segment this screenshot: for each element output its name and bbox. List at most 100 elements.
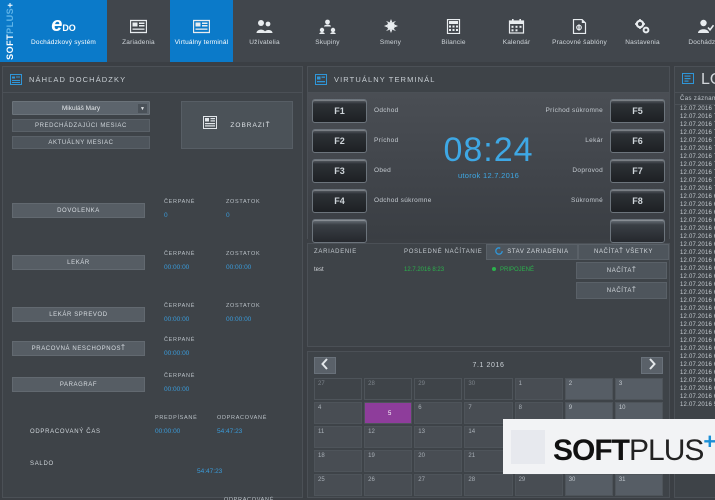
log-entry[interactable]: 12.07.2016 7:22: [675, 121, 715, 129]
log-entry[interactable]: 12.07.2016 6:12: [675, 353, 715, 361]
category-row: LEKÁRČERPANÉ00:00:00ZOSTATOK00:00:00: [12, 255, 295, 293]
calendar-day-cell[interactable]: 12: [364, 426, 412, 448]
log-list[interactable]: 12.07.2016 7:2412.07.2016 7:2412.07.2016…: [675, 105, 715, 409]
calendar-day-cell[interactable]: 20: [414, 450, 462, 472]
calendar-day-cell[interactable]: 13: [414, 426, 462, 448]
category-button-lek-r[interactable]: LEKÁR: [12, 255, 145, 270]
tab-bilancie[interactable]: Bilancie: [422, 0, 485, 62]
log-entry[interactable]: 12.07.2016 6:33: [675, 281, 715, 289]
current-month-button[interactable]: AKTUÁLNY MESIAC: [12, 136, 150, 149]
log-entry[interactable]: 12.07.2016 6:05: [675, 377, 715, 385]
calendar-next-button[interactable]: [641, 357, 663, 374]
calendar-day-cell[interactable]: 25: [314, 474, 362, 496]
log-entry[interactable]: 12.07.2016 6:00: [675, 393, 715, 401]
tab-skupiny[interactable]: Skupiny: [296, 0, 359, 62]
log-entry[interactable]: 12.07.2016 6:15: [675, 345, 715, 353]
calendar-day-cell[interactable]: 4: [314, 402, 362, 424]
category-button-lek-r-sprevod[interactable]: LEKÁR SPREVOD: [12, 307, 145, 322]
log-entry[interactable]: 12.07.2016 7:07: [675, 161, 715, 169]
log-entry[interactable]: 12.07.2016 6:02: [675, 385, 715, 393]
calendar-day-cell[interactable]: 27: [314, 378, 362, 400]
log-entry[interactable]: 12.07.2016 6:54: [675, 209, 715, 217]
log-entry[interactable]: 12.07.2016 7:02: [675, 185, 715, 193]
device-status-button[interactable]: STAV ZARIADENIA: [486, 244, 578, 260]
calendar-day-cell[interactable]: 2: [565, 378, 613, 400]
tab-kalend-r[interactable]: Kalendár: [485, 0, 548, 62]
log-entry[interactable]: 12.07.2016 7:24: [675, 113, 715, 121]
function-key-label-f4: Odchod súkromne: [374, 197, 432, 204]
calendar-day-cell[interactable]: 11: [314, 426, 362, 448]
function-key-blank-left[interactable]: [312, 219, 367, 243]
log-entry[interactable]: 12.07.2016 6:45: [675, 233, 715, 241]
tab-doch-dzkov-syst-m[interactable]: eDODochádzkový systém: [20, 0, 107, 62]
tab-virtu-lny-termin-l[interactable]: Virtuálny terminál: [170, 0, 233, 62]
category-button-paragraf[interactable]: PARAGRAF: [12, 377, 145, 392]
show-button[interactable]: ZOBRAZIŤ: [181, 101, 293, 149]
user-select-value: Mikuláš Mary: [62, 105, 100, 112]
calendar-day-cell[interactable]: 6: [414, 402, 462, 424]
calendar-day-cell[interactable]: 28: [464, 474, 512, 496]
calendar-day-cell[interactable]: 19: [364, 450, 412, 472]
function-key-f8[interactable]: F8: [610, 189, 665, 213]
previous-month-button[interactable]: PREDCHÁDZAJÚCI MESIAC: [12, 119, 150, 132]
calendar-day-cell[interactable]: 3: [615, 378, 663, 400]
log-entry[interactable]: 12.07.2016 6:18: [675, 337, 715, 345]
tab-smeny[interactable]: Smeny: [359, 0, 422, 62]
function-key-label-f1: Odchod: [374, 107, 399, 114]
log-entry[interactable]: 12.07.2016 5:58: [675, 401, 715, 409]
function-key-f1[interactable]: F1: [312, 99, 367, 123]
tab-doch-dzka[interactable]: Dochádzka: [674, 0, 715, 62]
function-key-blank-right[interactable]: [610, 219, 665, 243]
calendar-day-cell[interactable]: 29: [414, 378, 462, 400]
refresh-icon: [495, 247, 503, 257]
log-entry[interactable]: 12.07.2016 7:22: [675, 129, 715, 137]
log-entry[interactable]: 12.07.2016 6:31: [675, 289, 715, 297]
log-entry[interactable]: 12.07.2016 7:10: [675, 145, 715, 153]
log-entry[interactable]: 12.07.2016 6:47: [675, 225, 715, 233]
log-entry[interactable]: 12.07.2016 6:43: [675, 241, 715, 249]
log-entry[interactable]: 12.07.2016 6:48: [675, 217, 715, 225]
tab-zariadenia[interactable]: Zariadenia: [107, 0, 170, 62]
calendar-day-cell[interactable]: 5: [364, 402, 412, 424]
log-entry[interactable]: 12.07.2016 6:20: [675, 329, 715, 337]
tab-u-vatelia[interactable]: Užívatelia: [233, 0, 296, 62]
calendar-day-cell[interactable]: 27: [414, 474, 462, 496]
category-button-dovolenka[interactable]: DOVOLENKA: [12, 203, 145, 218]
calendar-day-cell[interactable]: 18: [314, 450, 362, 472]
log-entry[interactable]: 12.07.2016 7:05: [675, 169, 715, 177]
log-entry[interactable]: 12.07.2016 6:35: [675, 273, 715, 281]
read-button-1[interactable]: NAČÍTAŤ: [576, 262, 667, 279]
calendar-day-cell[interactable]: 1: [515, 378, 563, 400]
read-all-button[interactable]: NAČÍTAŤ VŠETKY: [578, 244, 669, 260]
function-key-f4[interactable]: F4: [312, 189, 367, 213]
function-key-f5[interactable]: F5: [610, 99, 665, 123]
log-entry[interactable]: 12.07.2016 6:25: [675, 313, 715, 321]
read-button-2[interactable]: NAČÍTAŤ: [576, 282, 667, 299]
calendar-prev-button[interactable]: [314, 357, 336, 374]
category-button-pracovn-neschopnos[interactable]: PRACOVNÁ NESCHOPNOSŤ: [12, 341, 145, 356]
log-entry[interactable]: 12.07.2016 6:40: [675, 257, 715, 265]
log-entry[interactable]: 12.07.2016 7:13: [675, 137, 715, 145]
calendar-day-cell[interactable]: 30: [565, 474, 613, 496]
log-entry[interactable]: 12.07.2016 7:05: [675, 177, 715, 185]
log-entry[interactable]: 12.07.2016 6:54: [675, 201, 715, 209]
calendar-day-cell[interactable]: 26: [364, 474, 412, 496]
tab-pracovn-abl-ny[interactable]: Pracovné šablóny: [548, 0, 611, 62]
log-entry[interactable]: 12.07.2016 6:08: [675, 369, 715, 377]
log-entry[interactable]: 12.07.2016 7:24: [675, 105, 715, 113]
log-entry[interactable]: 12.07.2016 7:07: [675, 153, 715, 161]
log-entry[interactable]: 12.07.2016 6:38: [675, 265, 715, 273]
remaining-value: 00:00:00: [226, 264, 260, 271]
log-entry[interactable]: 12.07.2016 6:28: [675, 305, 715, 313]
log-entry[interactable]: 12.07.2016 6:10: [675, 361, 715, 369]
calendar-day-cell[interactable]: 30: [464, 378, 512, 400]
tab-nastavenia[interactable]: Nastavenia: [611, 0, 674, 62]
log-entry[interactable]: 12.07.2016 6:22: [675, 321, 715, 329]
calendar-day-cell[interactable]: 29: [515, 474, 563, 496]
log-entry[interactable]: 12.07.2016 6:30: [675, 297, 715, 305]
user-select[interactable]: Mikuláš Mary ▼: [12, 101, 150, 115]
log-entry[interactable]: 12.07.2016 6:41: [675, 249, 715, 257]
log-entry[interactable]: 12.07.2016 6:55: [675, 193, 715, 201]
calendar-day-cell[interactable]: 31: [615, 474, 663, 496]
calendar-day-cell[interactable]: 28: [364, 378, 412, 400]
